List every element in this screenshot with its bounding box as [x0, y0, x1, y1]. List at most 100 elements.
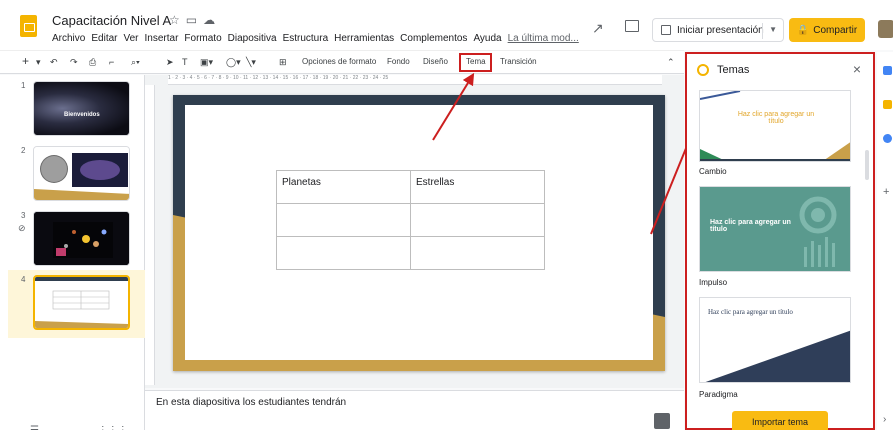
redo-icon[interactable]: ↷: [70, 57, 78, 68]
slide-thumbnail-3[interactable]: [33, 211, 130, 266]
vertical-ruler: [145, 85, 155, 385]
themes-panel: Temas × Haz clic para agregar un título …: [685, 52, 875, 430]
calendar-icon[interactable]: [883, 66, 892, 75]
menu-arrange[interactable]: Estructura: [283, 33, 329, 44]
theme-name-paradigma: Paradigma: [699, 390, 738, 399]
themes-panel-header: Temas ×: [687, 54, 873, 86]
chevron-right-icon[interactable]: ›: [883, 414, 886, 425]
chevron-down-icon[interactable]: ▾: [36, 57, 41, 68]
theme-name-impulso: Impulso: [699, 278, 728, 287]
present-icon: [661, 25, 671, 35]
menu-help[interactable]: Ayuda: [473, 33, 501, 44]
palette-icon: [697, 64, 709, 76]
theme-card-paradigma[interactable]: Haz clic para agregar un título: [699, 297, 851, 383]
link-icon: ⊘: [18, 223, 26, 233]
menu-bar: Archivo Editar Ver Insertar Formato Diap…: [52, 33, 579, 44]
title-bar: Capacitación Nivel A ☆▭☁ Archivo Editar …: [0, 0, 893, 50]
avatar[interactable]: [878, 20, 893, 38]
explore-icon[interactable]: [654, 413, 670, 429]
theme-card-cambio[interactable]: Haz clic para agregar un título: [699, 90, 851, 162]
menu-file[interactable]: Archivo: [52, 33, 85, 44]
paint-format-icon[interactable]: ⌐: [109, 57, 114, 67]
thumb3-art: [34, 212, 129, 265]
menu-insert[interactable]: Insertar: [145, 33, 179, 44]
side-panel-strip: + ›: [877, 52, 893, 430]
select-cursor-icon[interactable]: ➤: [166, 57, 174, 68]
cloud-icon: ☁: [203, 13, 222, 27]
tasks-icon[interactable]: [883, 134, 892, 143]
comment-icon[interactable]: [625, 20, 639, 32]
chevron-down-icon[interactable]: ▼: [769, 25, 777, 34]
zoom-icon[interactable]: ⌕▾: [131, 57, 140, 68]
transition-button[interactable]: Transición: [500, 57, 537, 66]
add-addon-icon[interactable]: +: [883, 186, 889, 198]
slide-number: 2: [21, 146, 26, 155]
thumb4-art: [35, 277, 128, 328]
trend-icon[interactable]: ↗: [592, 20, 604, 37]
shape-icon[interactable]: ◯▾: [226, 57, 241, 68]
themes-scrollbar[interactable]: [865, 150, 869, 180]
menu-addons[interactable]: Complementos: [400, 33, 467, 44]
present-divider: [762, 23, 763, 39]
table-row: [276, 203, 545, 237]
undo-icon[interactable]: ↶: [50, 57, 58, 68]
table-cell[interactable]: [276, 236, 411, 270]
slide-table[interactable]: Planetas Estrellas: [276, 170, 545, 270]
speaker-notes[interactable]: En esta diapositiva los estudiantes tend…: [145, 390, 684, 430]
theme-cambio-art: [700, 91, 850, 161]
table-cell[interactable]: Estrellas: [410, 170, 545, 204]
view-toggle: ☰ ⋮⋮⋮: [30, 425, 128, 430]
share-button[interactable]: 🔒 Compartir: [789, 18, 865, 42]
slide-filmstrip: 1 Bienvenidos 2 3 ⊘ 4: [0, 75, 145, 430]
background-button[interactable]: Fondo: [387, 57, 410, 66]
theme-button-highlight: [459, 53, 492, 72]
table-cell[interactable]: [276, 203, 411, 237]
menu-edit[interactable]: Editar: [91, 33, 117, 44]
table-cell[interactable]: [410, 203, 545, 237]
new-slide-icon[interactable]: +: [22, 54, 29, 68]
layout-button[interactable]: Diseño: [423, 57, 448, 66]
horizontal-ruler: 1 · 2 · 3 · 4 · 5 · 6 · 7 · 8 · 9 · 10 ·…: [168, 75, 662, 85]
theme-name-cambio: Cambio: [699, 167, 727, 176]
textbox-icon[interactable]: T: [182, 57, 188, 67]
thumb-title: Bienvenidos: [64, 112, 100, 118]
print-icon[interactable]: ⎙: [89, 57, 96, 68]
slide-thumbnail-2[interactable]: [33, 146, 130, 201]
slides-logo-icon[interactable]: [20, 15, 37, 37]
present-label: Iniciar presentación: [677, 24, 764, 36]
close-icon[interactable]: ×: [853, 61, 861, 77]
table-cell[interactable]: Planetas: [276, 170, 411, 204]
menu-tools[interactable]: Herramientas: [334, 33, 394, 44]
present-button[interactable]: Iniciar presentación ▼: [652, 18, 784, 42]
keep-icon[interactable]: [883, 100, 892, 109]
theme-paradigma-title: Haz clic para agregar un título: [708, 308, 793, 316]
comment-add-icon[interactable]: ⊞: [279, 57, 287, 68]
slide-thumbnail-4[interactable]: [33, 275, 130, 330]
list-view-icon[interactable]: ☰: [30, 425, 39, 430]
menu-view[interactable]: Ver: [123, 33, 138, 44]
folder-icon[interactable]: ▭: [186, 13, 203, 27]
lock-icon: 🔒: [796, 24, 810, 36]
collapse-icon[interactable]: ⌃: [667, 57, 675, 68]
format-options-button[interactable]: Opciones de formato: [302, 57, 376, 66]
line-icon[interactable]: ╲▾: [246, 57, 256, 68]
table-row: [276, 236, 545, 270]
last-edit-link[interactable]: La última mod...: [508, 33, 579, 44]
import-theme-button[interactable]: Importar tema: [732, 411, 828, 430]
menu-format[interactable]: Formato: [184, 33, 221, 44]
document-title[interactable]: Capacitación Nivel A: [52, 13, 171, 28]
star-icon[interactable]: ☆: [169, 13, 186, 27]
speaker-notes-text[interactable]: En esta diapositiva los estudiantes tend…: [156, 397, 346, 408]
slides-app: Capacitación Nivel A ☆▭☁ Archivo Editar …: [0, 0, 893, 430]
share-label: Compartir: [813, 24, 858, 36]
theme-card-impulso[interactable]: Haz clic para agregar un título: [699, 186, 851, 272]
slide-number: 1: [21, 81, 26, 90]
menu-slide[interactable]: Diapositiva: [228, 33, 277, 44]
theme-cambio-title: Haz clic para agregar un título: [737, 111, 815, 125]
slide-thumbnail-1[interactable]: Bienvenidos: [33, 81, 130, 136]
title-icons: ☆▭☁: [169, 13, 221, 27]
themes-panel-title: Temas: [717, 64, 750, 76]
grid-view-icon[interactable]: ⋮⋮⋮: [98, 425, 128, 430]
image-icon[interactable]: ▣▾: [200, 57, 213, 68]
table-cell[interactable]: [410, 236, 545, 270]
